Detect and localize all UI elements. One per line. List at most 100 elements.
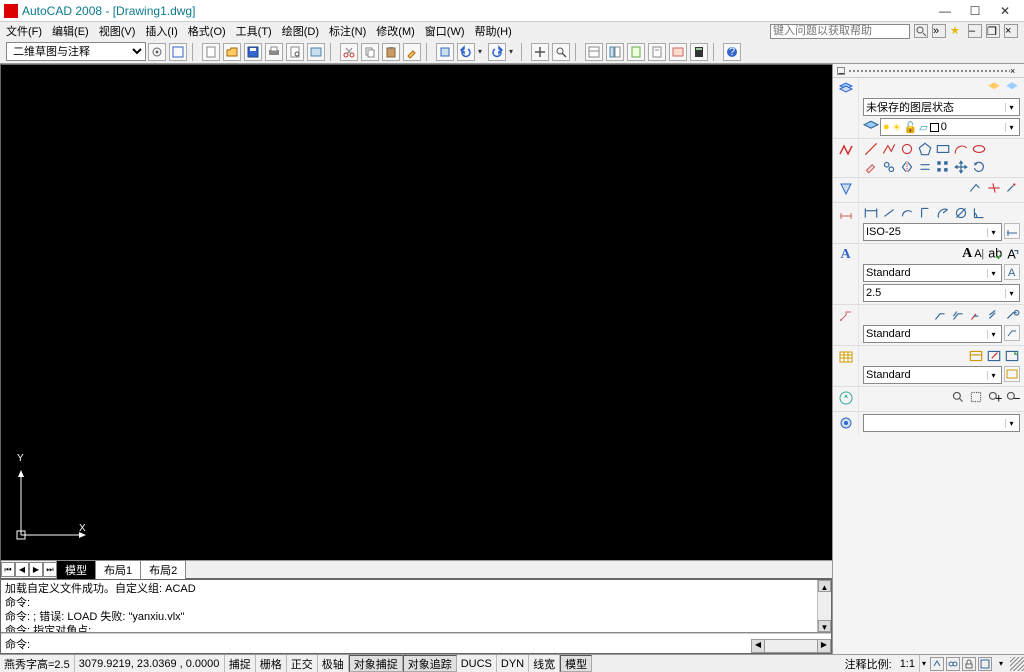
anno1-icon[interactable]	[968, 180, 984, 196]
layer-combo[interactable]: ●☀🔓▱0▾	[880, 118, 1020, 136]
mode-otrack[interactable]: 对象追踪	[403, 655, 457, 672]
anno-scale-dropdown[interactable]: ▾	[920, 659, 928, 668]
calc-icon[interactable]	[690, 43, 708, 61]
spell-icon[interactable]: ab	[986, 246, 1002, 262]
markup-icon[interactable]	[669, 43, 687, 61]
matchprop-icon[interactable]	[403, 43, 421, 61]
pan-icon[interactable]	[531, 43, 549, 61]
draw-panel-icon[interactable]	[833, 139, 859, 177]
tab-next-button[interactable]: ▶	[29, 562, 43, 577]
copy-obj-icon[interactable]	[881, 159, 897, 175]
annotate-panel-icon[interactable]	[833, 178, 859, 202]
mode-lwt[interactable]: 线宽	[529, 655, 560, 672]
toolpalette-icon[interactable]	[169, 43, 187, 61]
paste-icon[interactable]	[382, 43, 400, 61]
preview-icon[interactable]	[286, 43, 304, 61]
tab-last-button[interactable]: ⏭	[43, 562, 57, 577]
zoom-icon[interactable]	[552, 43, 570, 61]
menu-help[interactable]: 帮助(H)	[475, 23, 512, 39]
dim-dia-icon[interactable]	[953, 205, 969, 221]
print-icon[interactable]	[265, 43, 283, 61]
command-history[interactable]: 加载自定义文件成功。自定义组: ACAD 命令: 命令: ; 错误: LOAD …	[1, 580, 831, 633]
tab-prev-button[interactable]: ◀	[15, 562, 29, 577]
maximize-button[interactable]: ☐	[960, 1, 990, 21]
rectangle-icon[interactable]	[935, 141, 951, 157]
mleaderstyle-combo[interactable]: Standard▾	[863, 325, 1002, 343]
layer-tool1-icon[interactable]	[986, 80, 1002, 96]
status-lock-icon[interactable]	[962, 657, 976, 671]
menu-format[interactable]: 格式(O)	[188, 23, 226, 39]
mode-osnap[interactable]: 对象捕捉	[349, 655, 403, 672]
mode-polar[interactable]: 极轴	[318, 655, 349, 672]
mdi-close-button[interactable]: ×	[1004, 24, 1018, 38]
mode-ortho[interactable]: 正交	[287, 655, 318, 672]
ellipse-icon[interactable]	[971, 141, 987, 157]
offset-icon[interactable]	[917, 159, 933, 175]
tab-model[interactable]: 模型	[56, 560, 96, 579]
minimize-button[interactable]: —	[930, 1, 960, 21]
layers-panel-icon[interactable]	[833, 78, 859, 138]
close-button[interactable]: ✕	[990, 1, 1020, 21]
mleaderstyle-mgr-icon[interactable]	[1004, 325, 1020, 341]
status-btn2-icon[interactable]	[946, 657, 960, 671]
table-panel-icon[interactable]	[833, 346, 859, 386]
mode-dyn[interactable]: DYN	[497, 655, 529, 672]
gear-icon[interactable]	[148, 43, 166, 61]
menu-view[interactable]: 视图(V)	[99, 23, 136, 39]
copy-icon[interactable]	[361, 43, 379, 61]
mtext-icon[interactable]: A	[962, 246, 972, 262]
tablestyle-mgr-icon[interactable]	[1004, 366, 1020, 382]
layer-manager-icon[interactable]	[863, 119, 879, 135]
dim-ang-icon[interactable]	[971, 205, 987, 221]
textheight-combo[interactable]: 2.5▾	[863, 284, 1020, 302]
mode-ducs[interactable]: DUCS	[457, 655, 497, 672]
arc-icon[interactable]	[953, 141, 969, 157]
dim-aligned-icon[interactable]	[881, 205, 897, 221]
palette-close-icon[interactable]: ×	[1010, 66, 1020, 76]
tablestyle-combo[interactable]: Standard▾	[863, 366, 1002, 384]
menu-window[interactable]: 窗口(W)	[425, 23, 465, 39]
dimstyle-mgr-icon[interactable]	[1004, 223, 1020, 239]
star-icon[interactable]: ★	[950, 24, 964, 38]
menu-insert[interactable]: 插入(I)	[145, 23, 177, 39]
tbl1-icon[interactable]	[968, 348, 984, 364]
ml4-icon[interactable]	[986, 307, 1002, 323]
erase-icon[interactable]	[863, 159, 879, 175]
search-icon[interactable]	[914, 24, 928, 38]
tbl3-icon[interactable]	[1004, 348, 1020, 364]
nav4-icon[interactable]: −	[1004, 389, 1020, 405]
scale-text-icon[interactable]: A	[1004, 246, 1020, 262]
ml2-icon[interactable]	[950, 307, 966, 323]
cmd-vscroll[interactable]: ▲▼	[817, 580, 831, 632]
redo-icon[interactable]	[488, 43, 506, 61]
help-icon[interactable]: ?	[723, 43, 741, 61]
mode-grid[interactable]: 栅格	[256, 655, 287, 672]
status-tray-chevron[interactable]: ▾	[994, 657, 1008, 671]
textstyle-combo[interactable]: Standard▾	[863, 264, 1002, 282]
workspace-combo[interactable]: 二维草图与注释	[6, 42, 146, 61]
dim-radius-icon[interactable]	[935, 205, 951, 221]
dim-ord-icon[interactable]	[917, 205, 933, 221]
save-icon[interactable]	[244, 43, 262, 61]
mleader-panel-icon[interactable]	[833, 305, 859, 345]
tool-palettes-icon[interactable]	[627, 43, 645, 61]
menu-edit[interactable]: 编辑(E)	[52, 23, 89, 39]
command-input[interactable]: 命令:◀▶	[1, 633, 831, 653]
sheet-set-icon[interactable]	[648, 43, 666, 61]
publish-icon[interactable]	[307, 43, 325, 61]
block-editor-icon[interactable]	[436, 43, 454, 61]
pline-icon[interactable]	[881, 141, 897, 157]
tab-layout2[interactable]: 布局2	[140, 560, 186, 579]
dim-linear-icon[interactable]	[863, 205, 879, 221]
text-icon[interactable]: A|	[974, 246, 984, 262]
help-search-input[interactable]	[770, 24, 910, 39]
polygon-icon[interactable]	[917, 141, 933, 157]
dimension-panel-icon[interactable]	[833, 203, 859, 243]
status-btn1-icon[interactable]	[930, 657, 944, 671]
menu-tools[interactable]: 工具(T)	[236, 23, 272, 39]
undo-icon[interactable]	[457, 43, 475, 61]
menu-draw[interactable]: 绘图(D)	[282, 23, 319, 39]
undo-dropdown[interactable]: ▾	[478, 47, 486, 56]
palette-grip-icon[interactable]: −	[837, 67, 845, 75]
anno3-icon[interactable]	[1004, 180, 1020, 196]
